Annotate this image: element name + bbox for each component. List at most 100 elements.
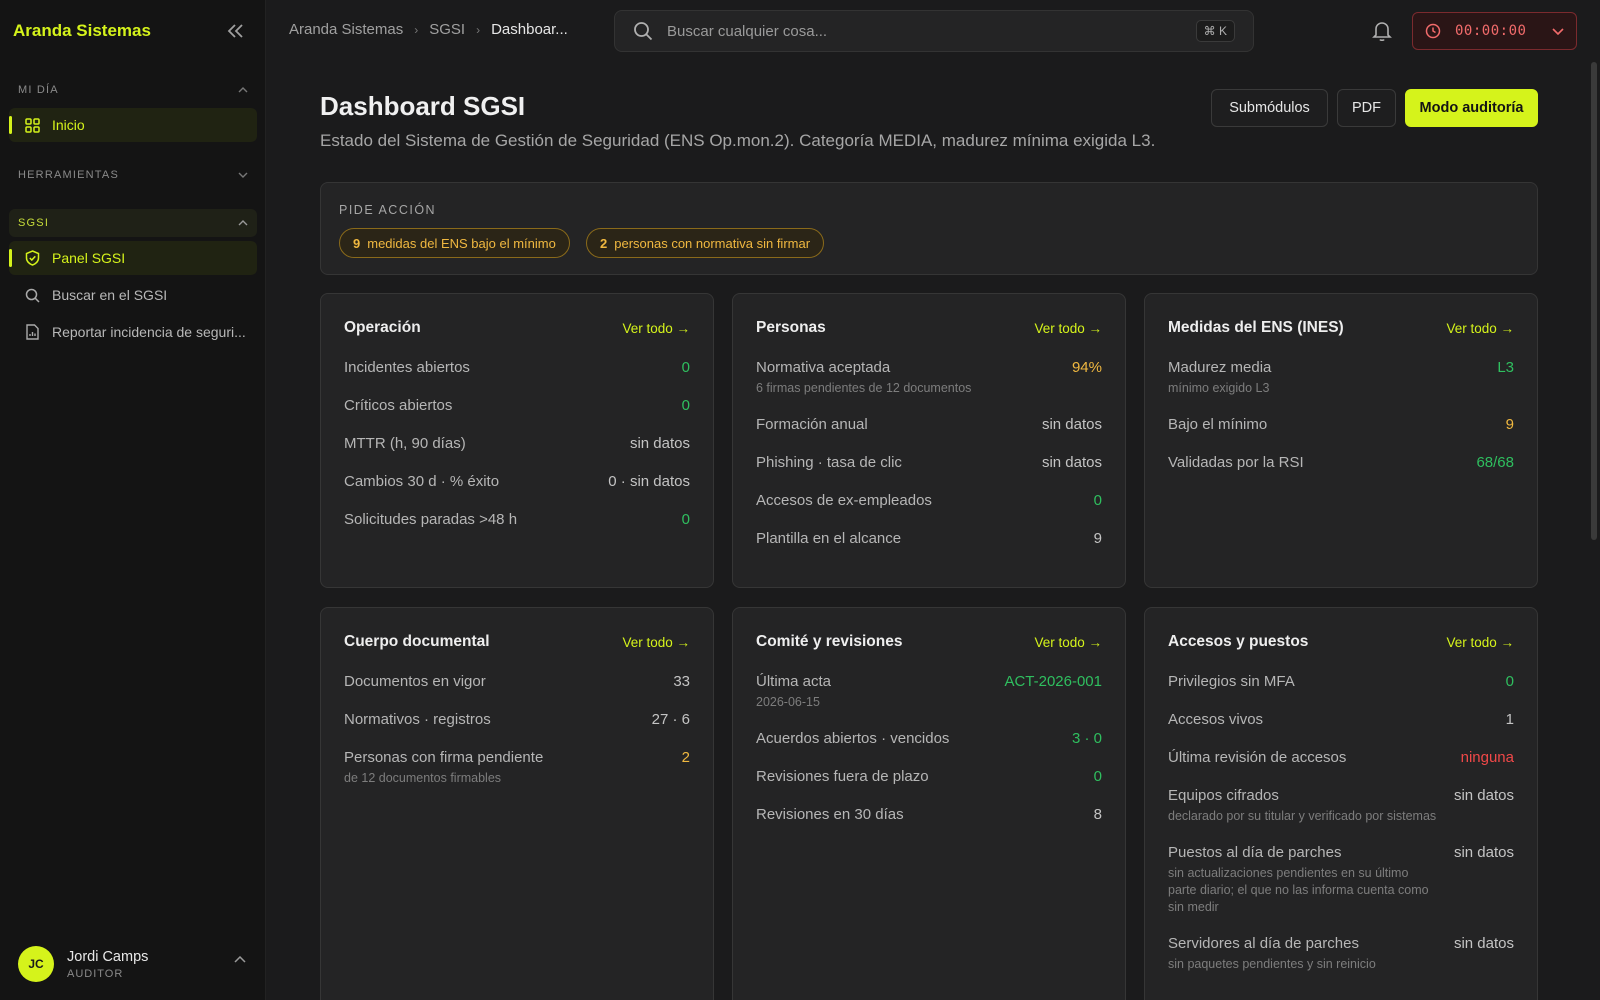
metric-label: Plantilla en el alcance xyxy=(756,530,902,547)
metric-label: Servidores al día de parches xyxy=(1168,935,1359,952)
view-all-link[interactable]: Ver todo → xyxy=(1034,321,1102,336)
notifications-button[interactable] xyxy=(1372,20,1392,47)
metric-sublabel: sin paquetes pendientes y sin reinicio xyxy=(1168,957,1376,971)
card-cuerpo-documental: Cuerpo documental Ver todo → Documentos … xyxy=(320,607,714,1000)
metric-value: ninguna xyxy=(1460,749,1514,766)
pill-count: 2 xyxy=(600,235,608,251)
pdf-button[interactable]: PDF xyxy=(1337,89,1396,127)
metric-value: 9 xyxy=(1093,530,1102,547)
sidebar-item-panel-sgsi[interactable]: Panel SGSI xyxy=(9,241,257,275)
section-herramientas[interactable]: HERRAMIENTAS xyxy=(9,161,257,189)
avatar: JC xyxy=(18,946,54,982)
metric-label: Phishing · tasa de clic xyxy=(756,454,902,471)
metric-value: sin datos xyxy=(1453,844,1514,861)
metric-row: Bajo el mínimo 9 xyxy=(1168,415,1514,435)
sidebar-item-label: Buscar en el SGSI xyxy=(52,287,168,303)
section-label: HERRAMIENTAS xyxy=(18,169,119,181)
metric-value: 0 · sin datos xyxy=(608,473,690,490)
sidebar-item-inicio[interactable]: Inicio xyxy=(9,108,257,142)
metric-row: Equipos cifrados declarado por su titular… xyxy=(1168,786,1514,825)
metric-label: Normativos · registros xyxy=(344,711,491,728)
card-accesos-puestos: Accesos y puestos Ver todo → Privilegios… xyxy=(1144,607,1538,1000)
metric-value: 0 xyxy=(681,397,690,414)
sidebar-item-buscar[interactable]: Buscar en el SGSI xyxy=(9,278,257,312)
metric-row: Normativa aceptada 6 firmas pendientes de… xyxy=(756,358,1102,397)
action-pill[interactable]: 9 medidas del ENS bajo el mínimo xyxy=(339,228,570,258)
view-all-link[interactable]: Ver todo → xyxy=(622,321,690,336)
metric-value: 0 xyxy=(1093,768,1102,785)
metric-value: 94% xyxy=(1071,359,1102,376)
audit-mode-button[interactable]: Modo auditoría xyxy=(1405,89,1538,127)
metric-row: Normativos · registros 27 · 6 xyxy=(344,710,690,730)
metric-row: Phishing · tasa de clic sin datos xyxy=(756,453,1102,473)
action-required-banner: PIDE ACCIÓN 9 medidas del ENS bajo el mí… xyxy=(320,182,1538,275)
grid-icon xyxy=(24,117,40,133)
search-icon xyxy=(634,22,653,41)
metric-row: Plantilla en el alcance 9 xyxy=(756,529,1102,549)
card-operacion: Operación Ver todo → Incidentes abiertos… xyxy=(320,293,714,588)
card-title: Personas xyxy=(756,319,826,336)
breadcrumb-item[interactable]: SGSI xyxy=(429,21,465,38)
breadcrumb-current: Dashboar... xyxy=(491,21,568,38)
metric-row: MTTR (h, 90 días) sin datos xyxy=(344,434,690,454)
submodules-button[interactable]: Submódulos xyxy=(1211,89,1328,127)
metric-label: Documentos en vigor xyxy=(344,673,486,690)
collapse-sidebar-button[interactable] xyxy=(222,19,248,43)
timer-button[interactable]: 00:00:00 xyxy=(1412,12,1577,50)
metric-row: Críticos abiertos 0 xyxy=(344,396,690,416)
timer-value: 00:00:00 xyxy=(1455,23,1527,39)
metric-label: Revisiones fuera de plazo xyxy=(756,768,929,785)
action-pill[interactable]: 2 personas con normativa sin firmar xyxy=(586,228,825,258)
metric-value[interactable]: ACT-2026-001 xyxy=(1004,672,1102,692)
metric-sublabel: mínimo exigido L3 xyxy=(1168,381,1270,395)
metric-label: Validadas por la RSI xyxy=(1168,454,1304,471)
page-scrollbar[interactable] xyxy=(1591,62,1597,540)
metric-value: 2 xyxy=(681,749,690,766)
view-all-link[interactable]: Ver todo → xyxy=(1446,635,1514,650)
section-mi-dia[interactable]: MI DÍA xyxy=(9,76,257,104)
metric-row: Privilegios sin MFA 0 xyxy=(1168,672,1514,692)
metric-value: sin datos xyxy=(1041,416,1102,433)
view-all-link[interactable]: Ver todo → xyxy=(1034,635,1102,650)
metric-row: Revisiones en 30 días 8 xyxy=(756,805,1102,825)
metric-value: 27 · 6 xyxy=(651,711,690,728)
card-title: Operación xyxy=(344,319,421,336)
pill-text: personas con normativa sin firmar xyxy=(614,235,811,251)
card-medidas-ens: Medidas del ENS (INES) Ver todo → Madure… xyxy=(1144,293,1538,588)
metric-row: Última revisión de accesos ninguna xyxy=(1168,748,1514,768)
user-menu[interactable]: JC Jordi Camps AUDITOR xyxy=(18,944,254,984)
metric-row: Madurez media mínimo exigido L3 L3 xyxy=(1168,358,1514,397)
brand-name[interactable]: Aranda Sistemas xyxy=(13,21,151,41)
metric-row: Documentos en vigor 33 xyxy=(344,672,690,692)
breadcrumb-item[interactable]: Aranda Sistemas xyxy=(289,21,403,38)
card-title: Comité y revisiones xyxy=(756,633,903,650)
metric-value: 68/68 xyxy=(1476,454,1514,471)
card-personas: Personas Ver todo → Normativa aceptada 6 … xyxy=(732,293,1126,588)
section-sgsi[interactable]: SGSI xyxy=(9,209,257,237)
metric-value: 3 · 0 xyxy=(1071,730,1102,747)
view-all-link[interactable]: Ver todo → xyxy=(622,635,690,650)
metric-label: Bajo el mínimo xyxy=(1168,416,1268,433)
view-all-link[interactable]: Ver todo → xyxy=(1446,321,1514,336)
metric-value: 0 xyxy=(681,359,690,376)
metric-value: 8 xyxy=(1093,806,1102,823)
metric-row: Accesos de ex-empleados 0 xyxy=(756,491,1102,511)
chevron-down-icon xyxy=(1552,27,1564,35)
metric-row: Solicitudes paradas >48 h 0 xyxy=(344,510,690,530)
chevron-right-icon: › xyxy=(476,22,481,37)
search-input[interactable] xyxy=(667,22,1196,40)
metric-row: Accesos vivos 1 xyxy=(1168,710,1514,730)
banner-title: PIDE ACCIÓN xyxy=(339,203,437,217)
sidebar-item-reportar[interactable]: Reportar incidencia de seguri... xyxy=(9,315,257,349)
metric-value: sin datos xyxy=(629,435,690,452)
metric-row: Acuerdos abiertos · vencidos 3 · 0 xyxy=(756,729,1102,749)
metric-label: Acuerdos abiertos · vencidos xyxy=(756,730,950,747)
metric-label: Personas con firma pendiente xyxy=(344,749,544,766)
metric-label: Incidentes abiertos xyxy=(344,359,470,376)
search-bar[interactable]: ⌘ K xyxy=(614,10,1254,52)
metric-sublabel: sin actualizaciones pendientes en su últ… xyxy=(1168,866,1429,914)
metric-row: Última acta 2026-06-15 ACT-2026-001 xyxy=(756,672,1102,711)
metric-label: Formación anual xyxy=(756,416,868,433)
metric-value: sin datos xyxy=(1453,787,1514,804)
metric-label: Cambios 30 d · % éxito xyxy=(344,473,500,490)
